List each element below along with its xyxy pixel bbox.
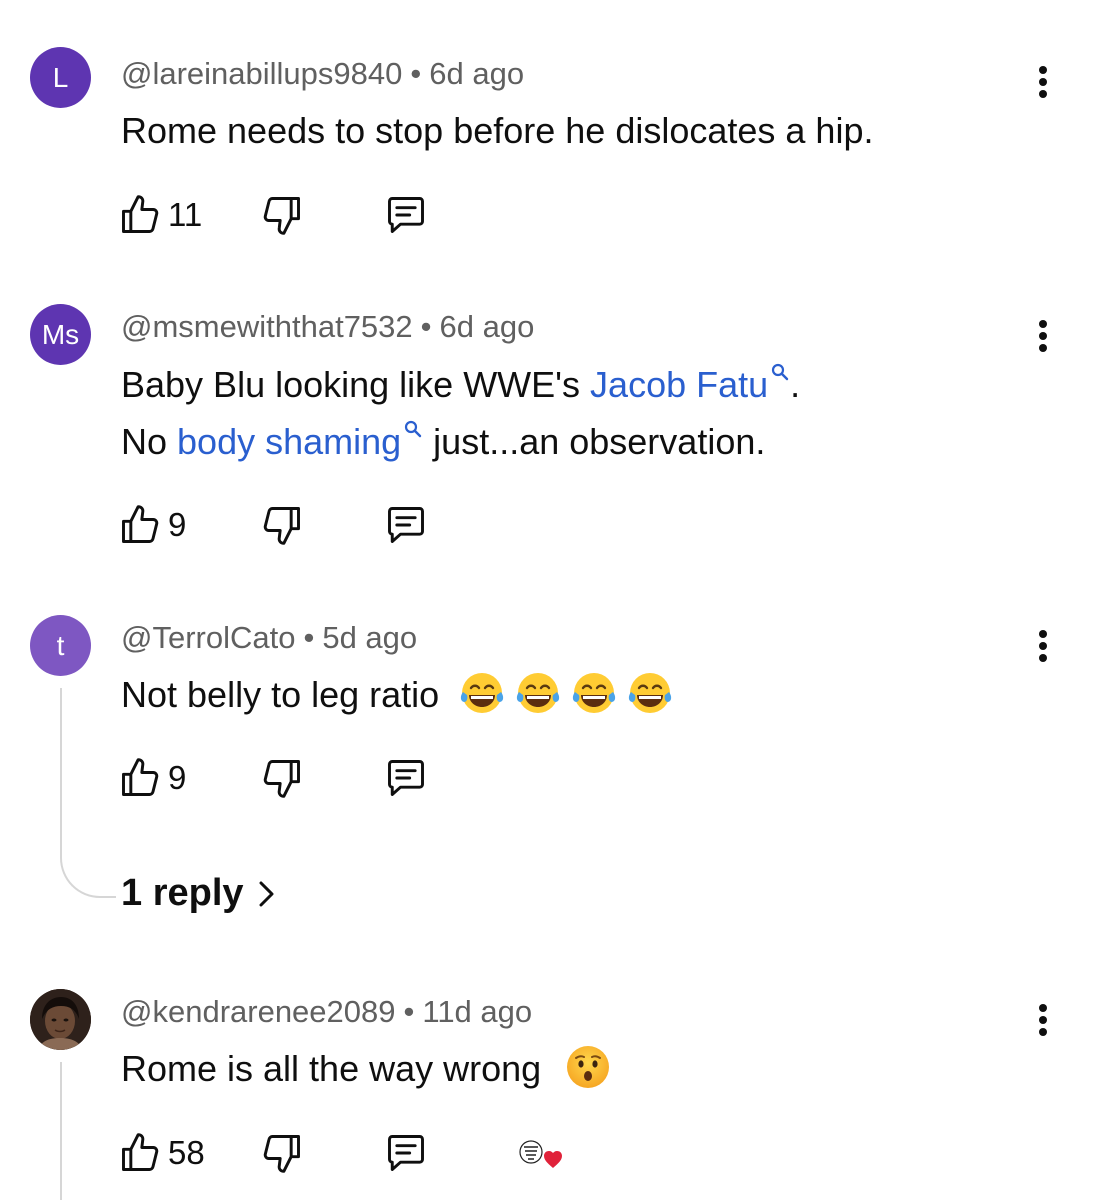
dislike-button[interactable] — [260, 753, 304, 803]
comment-icon — [388, 760, 424, 796]
tears-of-joy-emoji — [517, 673, 560, 714]
tears-of-joy-emoji — [573, 673, 616, 714]
tears-of-joy-emoji — [629, 673, 672, 714]
thread-line — [60, 688, 116, 898]
meta-separator: • — [303, 620, 315, 655]
avatar[interactable]: L — [30, 47, 91, 108]
thread-line — [60, 1062, 62, 1200]
dislike-button[interactable] — [260, 1128, 304, 1178]
thumbs-down-icon — [263, 507, 300, 545]
like-count: 9 — [168, 759, 187, 796]
username[interactable]: @TerrolCato — [121, 620, 295, 655]
avatar-letter: Ms — [41, 318, 80, 350]
like-count: 58 — [168, 1134, 205, 1171]
username[interactable]: @kendrarenee2089 — [121, 994, 396, 1029]
comment-actions: 9 — [118, 753, 718, 803]
comment-meta: @TerrolCato • 5d ago — [121, 620, 417, 656]
dislike-button[interactable] — [260, 500, 304, 550]
hushed-face-emoji — [567, 1046, 610, 1089]
more-options-icon[interactable] — [1030, 626, 1056, 666]
like-count: 9 — [168, 506, 187, 543]
comment-line: No body shaming just...an observation. — [121, 413, 800, 470]
reply-button[interactable] — [384, 190, 428, 240]
comment-actions: 11 — [118, 190, 718, 240]
search-link-body-shaming[interactable]: body shaming — [177, 421, 401, 462]
thumbs-down-icon — [263, 197, 300, 235]
comment-text: Baby Blu looking like WWE's Jacob Fatu. … — [121, 356, 800, 470]
reply-button[interactable] — [384, 1128, 428, 1178]
chevron-right-icon — [259, 881, 274, 906]
like-button[interactable]: 9 — [118, 500, 186, 550]
timestamp[interactable]: 6d ago — [429, 56, 524, 91]
like-button[interactable]: 9 — [118, 753, 186, 803]
emoji-row — [449, 673, 673, 715]
search-link-jacob-fatu[interactable]: Jacob Fatu — [590, 364, 768, 405]
reply-button[interactable] — [384, 500, 428, 550]
comment-text: Not belly to leg ratio — [121, 666, 673, 723]
search-icon — [405, 420, 422, 438]
thumbs-up-icon — [122, 505, 159, 543]
text-segment: Baby Blu looking like WWE's — [121, 364, 591, 405]
avatar[interactable]: t — [30, 615, 91, 676]
text-segment: . — [790, 364, 801, 405]
comment-line: Baby Blu looking like WWE's Jacob Fatu. — [121, 356, 800, 413]
text-segment: just...an observation. — [423, 421, 766, 462]
thumbs-up-icon — [122, 195, 159, 233]
comment-actions: 9 — [118, 500, 718, 550]
thumbs-down-icon — [263, 1135, 300, 1173]
creator-heart-icon — [519, 1140, 562, 1168]
comment-meta: @kendrarenee2089 • 11d ago — [121, 994, 532, 1030]
avatar-letter: L — [52, 61, 69, 93]
search-icon — [772, 363, 789, 381]
tears-of-joy-emoji — [461, 673, 504, 714]
like-count: 11 — [168, 196, 203, 233]
comment-meta: @lareinabillups9840 • 6d ago — [121, 56, 524, 92]
username[interactable]: @lareinabillups9840 — [121, 56, 402, 91]
text-segment: Rome is all the way wrong — [121, 1048, 542, 1089]
avatar[interactable] — [30, 989, 91, 1050]
comment-icon — [388, 1135, 424, 1171]
more-options-icon[interactable] — [1030, 1000, 1056, 1040]
comment-icon — [388, 197, 424, 233]
username[interactable]: @msmewiththat7532 — [121, 309, 413, 344]
meta-separator: • — [403, 994, 415, 1029]
avatar[interactable]: Ms — [30, 304, 91, 365]
dislike-button[interactable] — [260, 190, 304, 240]
reply-button[interactable] — [384, 753, 428, 803]
meta-separator: • — [420, 309, 432, 344]
profile-photo — [30, 989, 91, 1050]
replies-label: 1 reply — [121, 872, 244, 914]
like-button[interactable]: 11 — [118, 190, 202, 240]
text-segment: No — [121, 421, 178, 462]
like-button[interactable]: 58 — [118, 1128, 205, 1178]
comment-icon — [388, 507, 424, 543]
timestamp[interactable]: 5d ago — [322, 620, 417, 655]
thumbs-down-icon — [263, 760, 300, 798]
meta-separator: • — [410, 56, 422, 91]
avatar-letter: t — [56, 629, 65, 661]
thumbs-up-icon — [122, 758, 159, 796]
more-options-icon[interactable] — [1030, 316, 1056, 356]
comment-text: Rome is all the way wrong — [121, 1040, 611, 1097]
view-replies-button[interactable]: 1 reply — [121, 872, 276, 915]
comment-text: Rome needs to stop before he dislocates … — [121, 110, 874, 151]
more-options-icon[interactable] — [1030, 62, 1056, 102]
comment-actions: 58 — [118, 1128, 718, 1178]
timestamp[interactable]: 11d ago — [422, 994, 532, 1029]
comment-meta: @msmewiththat7532 • 6d ago — [121, 309, 534, 345]
thumbs-up-icon — [122, 1133, 159, 1171]
timestamp[interactable]: 6d ago — [440, 309, 535, 344]
text-segment: Not belly to leg ratio — [121, 674, 440, 715]
